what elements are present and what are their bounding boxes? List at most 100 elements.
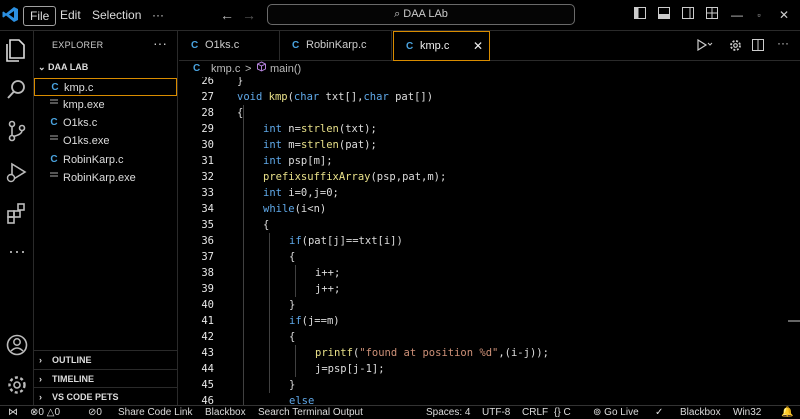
code-line[interactable]: 39 j++; [179,281,800,297]
code-line[interactable]: 28{ [179,105,800,121]
code-editor[interactable]: 26} 27 void kmp(char txt[],char pat[]) 28{2… [179,77,800,405]
broadcast-icon: ⊚ [593,407,605,418]
menu-file[interactable]: File [23,6,57,26]
platform-indicator[interactable]: Win32 [733,406,761,419]
toggle-secondary-sidebar-icon[interactable] [678,5,698,25]
go-live-label: Go Live [604,407,639,418]
close-tab-icon[interactable]: ✕ [473,32,483,61]
search-activity-icon[interactable] [3,76,31,104]
check-icon[interactable]: ✓ [655,406,663,419]
file-item-kmp-c[interactable]: C kmp.c [34,78,177,96]
breadcrumb: C kmp.c > main() [179,61,800,77]
code-text: int m=strlen(pat); [263,139,377,151]
customize-layout-icon[interactable] [702,5,722,25]
code-line[interactable]: 44 j=psp[j-1]; [179,361,800,377]
code-line[interactable]: 27 void kmp(char txt[],char pat[]) [179,89,800,105]
go-live-button[interactable]: ⊚ Go Live [593,406,639,419]
account-icon[interactable] [3,331,31,359]
manage-gear-icon[interactable] [3,371,31,399]
code-line[interactable]: 40} [179,297,800,313]
restore-icon[interactable]: ▫ [749,5,769,25]
remote-indicator-icon[interactable]: ⋈ [8,406,18,419]
code-line[interactable]: 35 { [179,217,800,233]
editor-scrollbar[interactable] [788,320,800,322]
menu-edit[interactable]: Edit [54,6,87,26]
code-line[interactable]: 29 int n=strlen(txt); [179,121,800,137]
problems-indicator[interactable]: ⊗0 △0 [30,406,60,419]
toggle-panel-icon[interactable] [654,5,674,25]
command-center-search[interactable]: ⌕ DAA LAb [267,4,575,25]
file-name: kmp.exe [63,99,105,111]
file-item-robinkarp-exe[interactable]: RobinKarp.exe [34,169,177,187]
close-window-icon[interactable]: ✕ [774,5,794,25]
language-mode[interactable]: {} C [554,406,571,419]
tab-o1ks-c[interactable]: C O1ks.c [179,31,280,61]
split-editor-icon[interactable] [752,39,764,54]
blackbox-status-2[interactable]: Blackbox [680,406,721,419]
tab-robinkarp-c[interactable]: C RobinKarp.c [280,31,392,61]
explorer-files-icon[interactable] [3,36,31,64]
explorer-sidebar: EXPLORER ··· ⌄ DAA LAB C kmp.c kmp.exe C… [34,31,178,405]
line-number: 26 [201,77,214,87]
code-line[interactable]: 41 if(j==m) [179,313,800,329]
file-item-kmp-exe[interactable]: kmp.exe [34,96,177,114]
code-line[interactable]: 43 printf("found at position %d",(i-j)); [179,345,800,361]
settings-gear-icon[interactable] [729,39,742,55]
explorer-more-icon[interactable]: ··· [153,35,167,51]
line-number: 31 [201,155,214,167]
blackbox-status[interactable]: Blackbox [205,406,246,419]
ports-indicator[interactable]: ⊘0 [88,406,102,419]
language-label: C [563,407,571,418]
run-debug-icon[interactable] [3,158,31,186]
outline-section[interactable]: › OUTLINE [34,350,177,368]
error-count: 0 [38,407,44,418]
file-item-o1ks-c[interactable]: C O1ks.c [34,114,177,132]
end-of-line[interactable]: CRLF [522,406,548,419]
menu-more[interactable]: ··· [146,6,170,26]
line-number: 30 [201,139,214,151]
share-code-link[interactable]: Share Code Link [118,406,193,419]
code-line[interactable]: 37 { [179,249,800,265]
indent-spaces[interactable]: Spaces: 4 [426,406,470,419]
file-item-o1ks-exe[interactable]: O1ks.exe [34,132,177,150]
timeline-section[interactable]: › TIMELINE [34,369,177,387]
exe-file-icon [48,96,60,114]
extensions-icon[interactable] [3,199,31,227]
code-line[interactable]: 32 prefixsuffixArray(psp,pat,m); [179,169,800,185]
file-item-robinkarp-c[interactable]: C RobinKarp.c [34,151,177,169]
code-line[interactable]: 38 i++; [179,265,800,281]
search-terminal-output[interactable]: Search Terminal Output [258,406,363,419]
breadcrumb-symbol[interactable]: main() [270,61,301,77]
menu-selection[interactable]: Selection [86,6,147,26]
code-line[interactable]: 26} [179,77,800,89]
code-line[interactable]: 33 int i=0,j=0; [179,185,800,201]
toggle-primary-sidebar-icon[interactable] [630,5,650,25]
source-control-icon[interactable] [3,117,31,145]
search-icon: ⌕ [394,8,404,20]
minimize-icon[interactable]: — [727,5,747,25]
notifications-bell-icon[interactable]: 🔔 [781,406,793,419]
code-line[interactable]: 45} [179,377,800,393]
code-line[interactable]: 34 while(i<n) [179,201,800,217]
more-views-icon[interactable]: ··· [3,241,31,269]
c-file-icon: C [51,82,59,93]
encoding[interactable]: UTF-8 [482,406,510,419]
c-file-icon: C [50,154,58,165]
folder-header[interactable]: ⌄ DAA LAB [38,62,88,73]
chevron-right-icon: › [39,392,42,402]
vs-code-pets-section[interactable]: › VS CODE PETS [34,387,177,405]
c-file-icon: C [193,63,201,74]
code-line[interactable]: 36 if(pat[j]==txt[i]) [179,233,800,249]
more-actions-icon[interactable]: ··· [777,36,789,50]
breadcrumb-file[interactable]: kmp.c [211,61,240,77]
forward-arrow-icon[interactable]: → [242,7,256,23]
code-line[interactable]: 30 int m=strlen(pat); [179,137,800,153]
tab-kmp-c[interactable]: C kmp.c ✕ [393,31,490,61]
code-line[interactable]: 31 int psp[m]; [179,153,800,169]
run-code-icon[interactable] [697,38,713,54]
code-line[interactable]: 46 else [179,393,800,405]
code-line[interactable]: 42 { [179,329,800,345]
back-arrow-icon[interactable]: ← [220,7,234,23]
vscode-logo-icon[interactable] [2,6,19,23]
folder-name: DAA LAB [48,62,89,72]
